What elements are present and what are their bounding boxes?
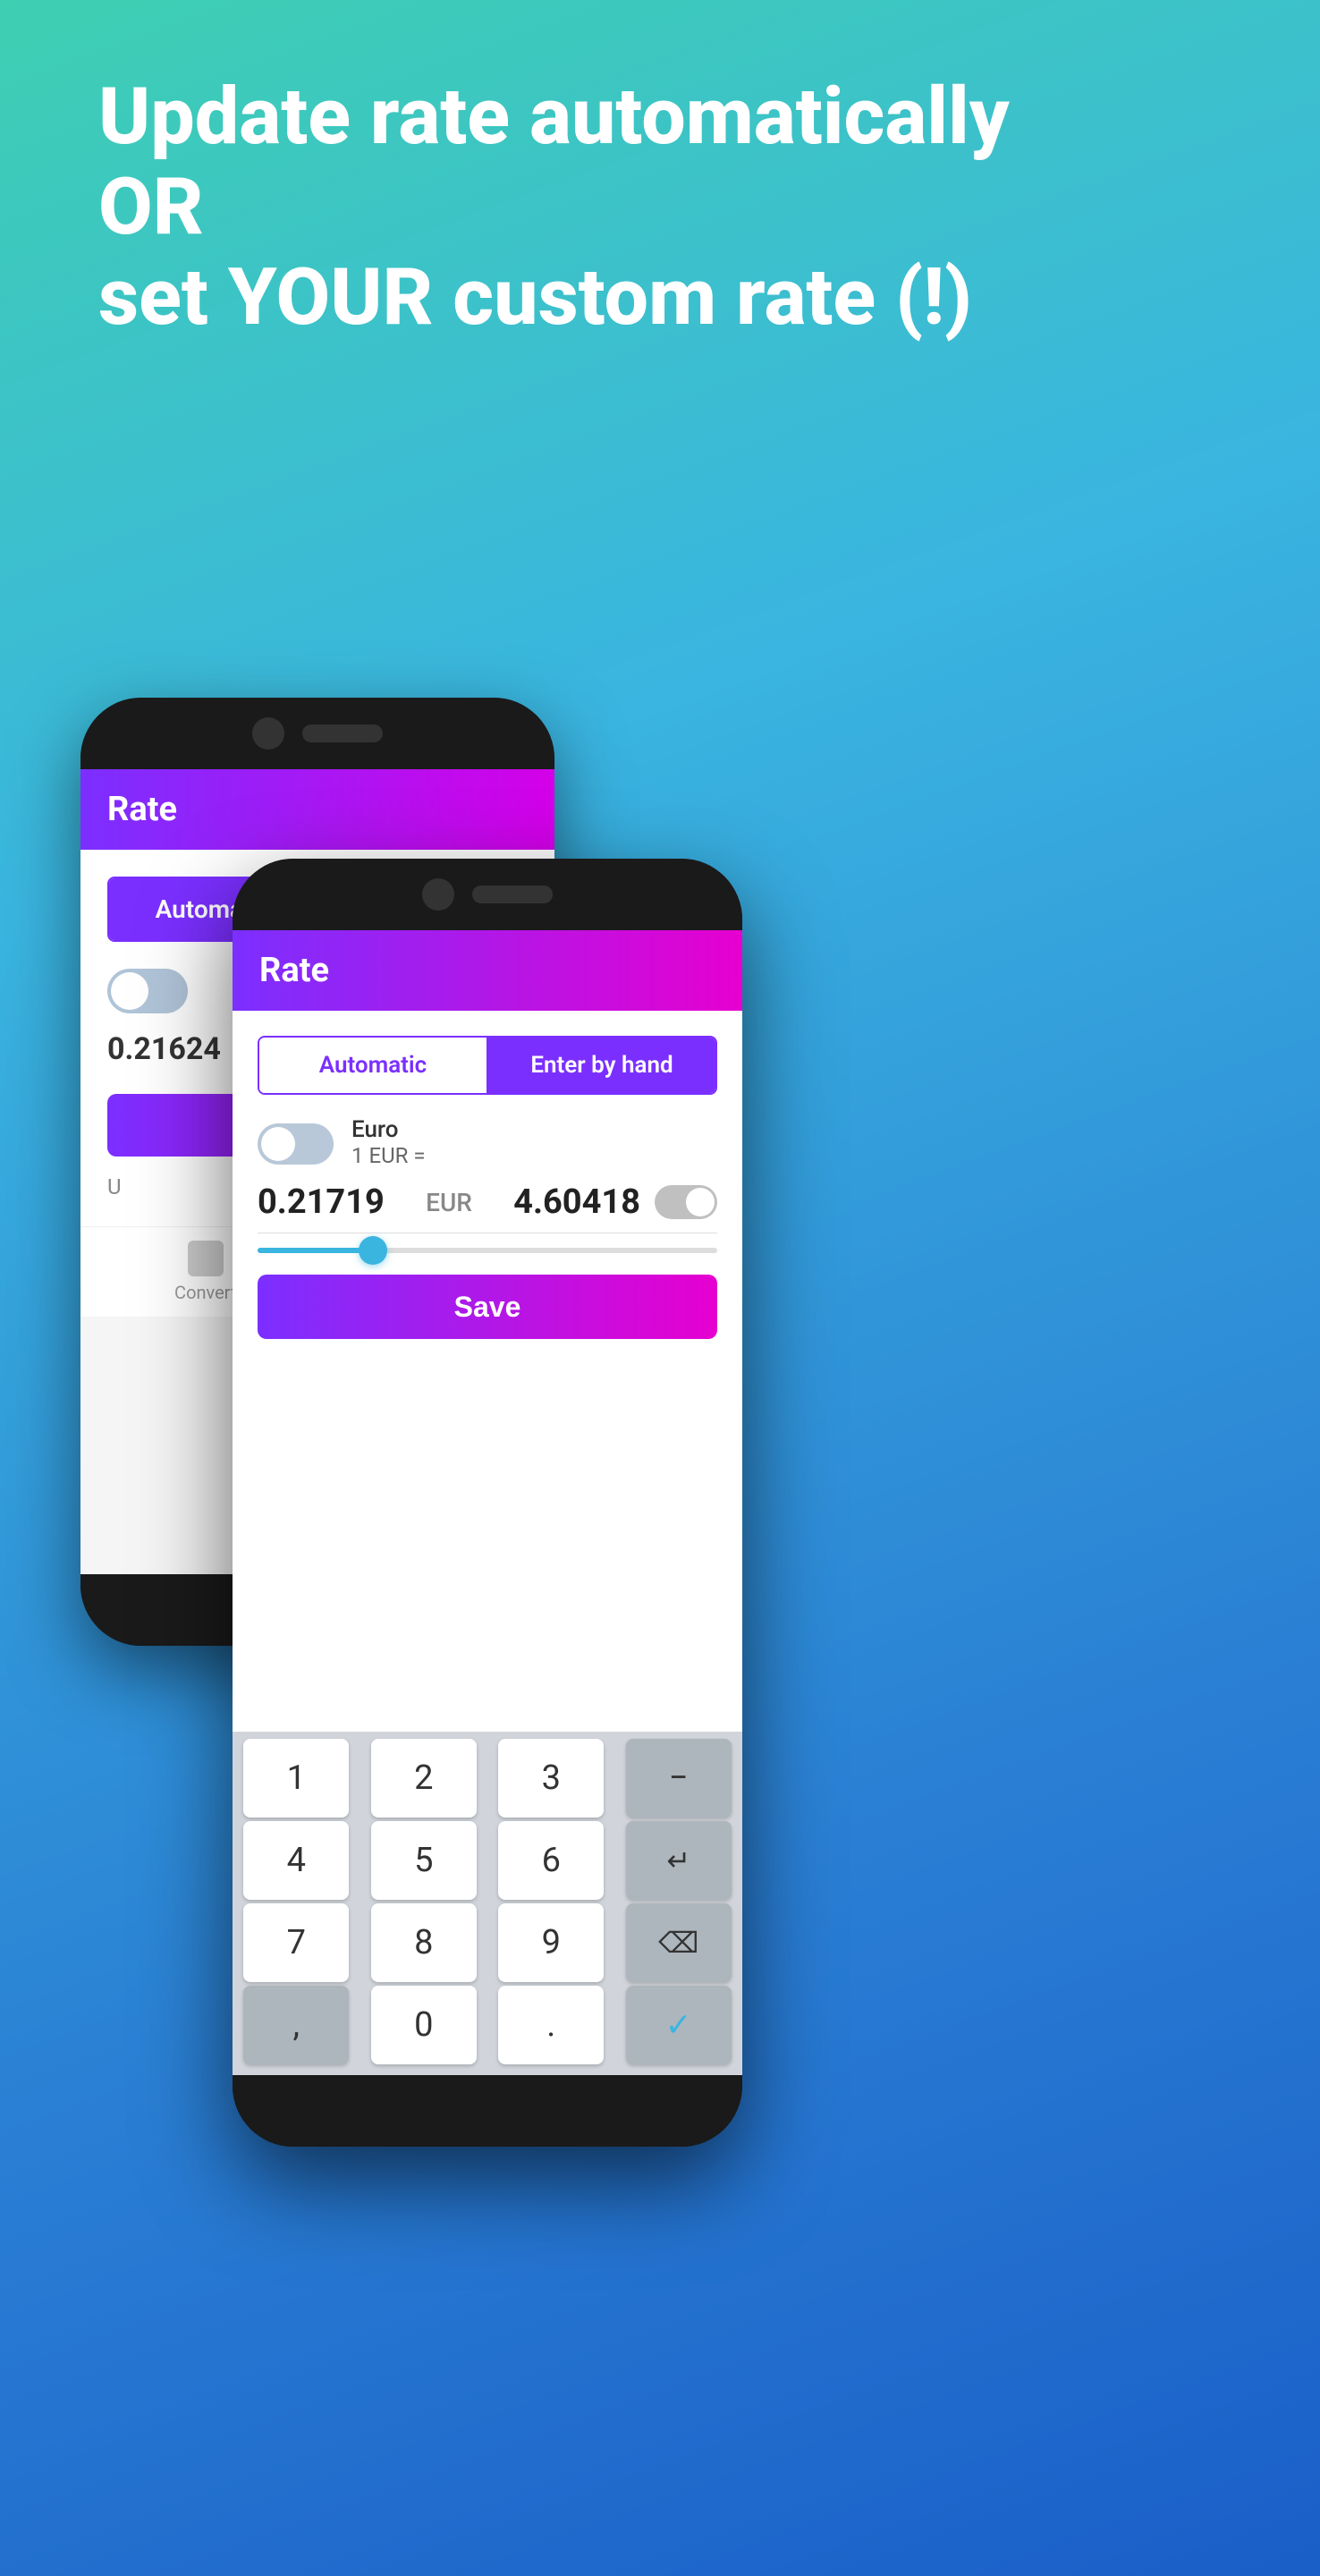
back-rate-value: 0.21624 bbox=[107, 1031, 221, 1067]
euro-label-col: Euro 1 EUR = bbox=[351, 1116, 426, 1168]
keyboard-area: 1 2 3 − 4 5 6 ↵ 7 8 9 ⌫ , 0 . ✓ bbox=[233, 1732, 742, 2075]
front-toggle[interactable] bbox=[258, 1123, 334, 1165]
rate-input-row: 0.21719 EUR 4.60418 bbox=[258, 1182, 717, 1233]
back-speaker bbox=[302, 724, 383, 742]
front-screen: Rate Automatic Enter by hand Euro 1 EUR … bbox=[233, 930, 742, 2075]
key-9[interactable]: 9 bbox=[498, 1903, 604, 1982]
keyboard-row-4: , 0 . ✓ bbox=[233, 1986, 742, 2064]
key-check[interactable]: ✓ bbox=[626, 1986, 732, 2064]
front-header: Rate bbox=[233, 930, 742, 1011]
euro-label: Euro bbox=[351, 1116, 426, 1143]
rate-input-value[interactable]: 0.21719 bbox=[258, 1182, 411, 1222]
headline: Update rate automatically OR set YOUR cu… bbox=[98, 72, 1222, 343]
key-6[interactable]: 6 bbox=[498, 1821, 604, 1900]
front-camera-icon bbox=[422, 878, 454, 911]
key-5[interactable]: 5 bbox=[371, 1821, 477, 1900]
front-screen-title: Rate bbox=[259, 951, 329, 990]
back-screen-title: Rate bbox=[107, 790, 177, 829]
key-3[interactable]: 3 bbox=[498, 1739, 604, 1818]
key-dot[interactable]: . bbox=[498, 1986, 604, 2064]
front-screen-body: Automatic Enter by hand Euro 1 EUR = 0.2… bbox=[233, 1011, 742, 1732]
key-minus[interactable]: − bbox=[626, 1739, 732, 1818]
keyboard-row-1: 1 2 3 − bbox=[233, 1739, 742, 1818]
front-segment-control[interactable]: Automatic Enter by hand bbox=[258, 1036, 717, 1095]
rate-slider-row bbox=[258, 1248, 717, 1253]
keyboard-row-2: 4 5 6 ↵ bbox=[233, 1821, 742, 1900]
headline-line3: set YOUR custom rate (!) bbox=[98, 251, 972, 343]
key-comma[interactable]: , bbox=[243, 1986, 349, 2064]
key-0[interactable]: 0 bbox=[371, 1986, 477, 2064]
rate-converted-value[interactable]: 4.60418 bbox=[487, 1182, 640, 1222]
rate-slider-fill bbox=[258, 1248, 373, 1253]
headline-line1: Update rate automatically bbox=[98, 71, 1010, 163]
key-7[interactable]: 7 bbox=[243, 1903, 349, 1982]
euro-sub: 1 EUR = bbox=[351, 1143, 426, 1168]
rate-input-currency: EUR bbox=[426, 1188, 472, 1217]
key-4[interactable]: 4 bbox=[243, 1821, 349, 1900]
front-bottom-bar bbox=[233, 2075, 742, 2147]
back-toggle[interactable] bbox=[107, 969, 188, 1013]
back-notch-bar bbox=[80, 698, 554, 769]
key-enter[interactable]: ↵ bbox=[626, 1821, 732, 1900]
back-convert-label: Convert bbox=[174, 1282, 236, 1303]
key-backspace[interactable]: ⌫ bbox=[626, 1903, 732, 1982]
headline-line2: OR bbox=[98, 161, 204, 253]
key-8[interactable]: 8 bbox=[371, 1903, 477, 1982]
front-segment-auto[interactable]: Automatic bbox=[259, 1038, 488, 1093]
front-phone: Rate Automatic Enter by hand Euro 1 EUR … bbox=[233, 859, 742, 2147]
front-segment-hand[interactable]: Enter by hand bbox=[488, 1038, 715, 1093]
front-notch-bar bbox=[233, 859, 742, 930]
front-save-button[interactable]: Save bbox=[258, 1275, 717, 1339]
back-convert-icon bbox=[188, 1241, 224, 1276]
euro-info-row: Euro 1 EUR = bbox=[258, 1116, 717, 1168]
rate-slider-track[interactable] bbox=[258, 1248, 717, 1253]
key-1[interactable]: 1 bbox=[243, 1739, 349, 1818]
back-nav-convert[interactable]: Convert bbox=[174, 1241, 236, 1303]
front-toggle-on[interactable] bbox=[655, 1185, 717, 1219]
rate-slider-thumb[interactable] bbox=[359, 1236, 387, 1265]
checkmark-icon: ✓ bbox=[665, 2006, 692, 2044]
front-speaker bbox=[472, 886, 553, 903]
keyboard-row-3: 7 8 9 ⌫ bbox=[233, 1903, 742, 1982]
key-2[interactable]: 2 bbox=[371, 1739, 477, 1818]
back-camera-icon bbox=[252, 717, 284, 750]
back-header: Rate bbox=[80, 769, 554, 850]
